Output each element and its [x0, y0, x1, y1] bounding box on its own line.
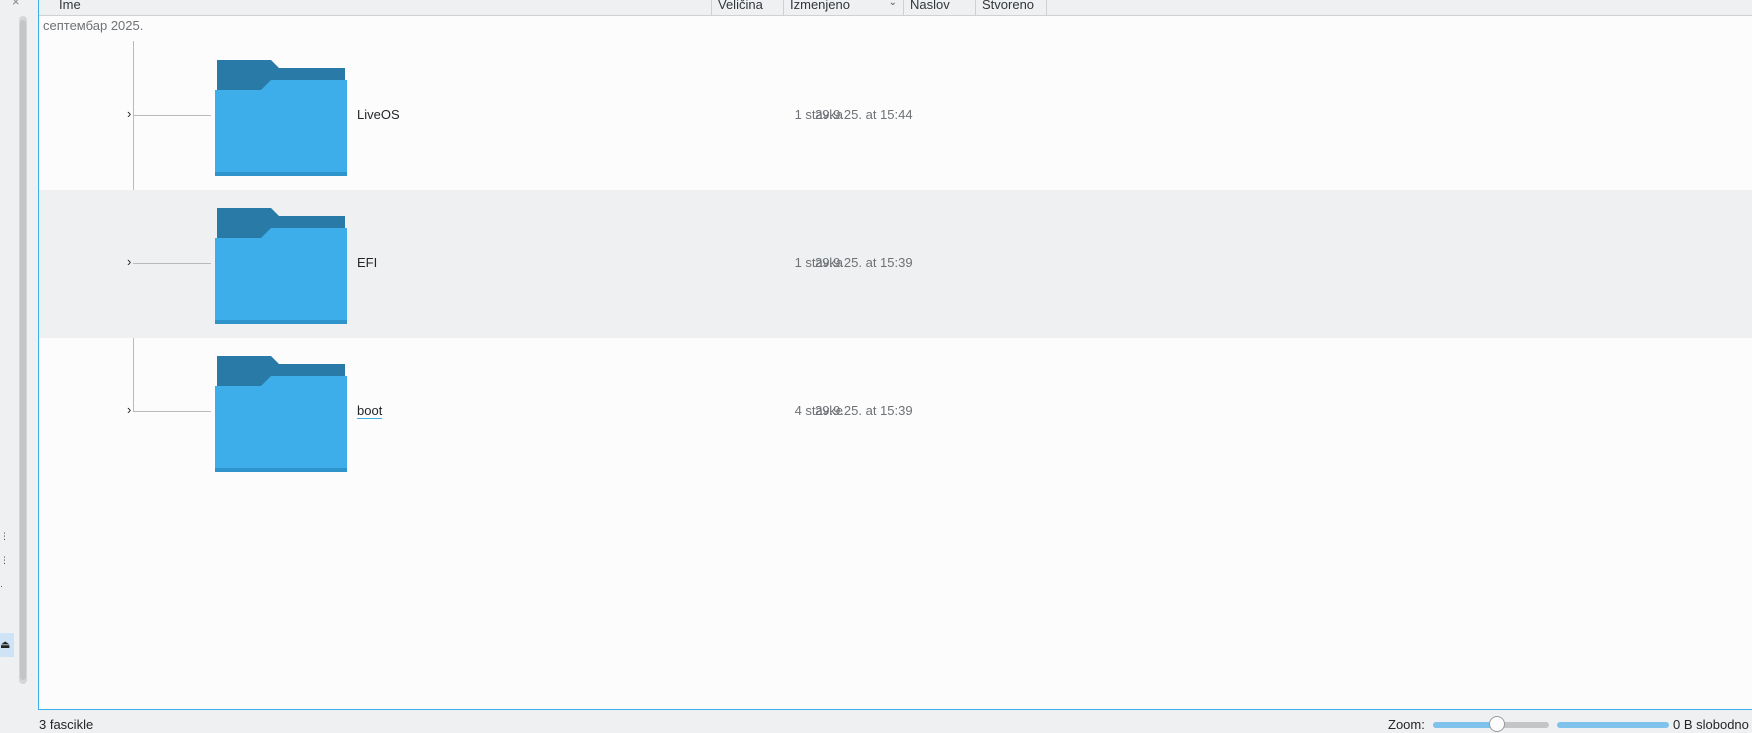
zoom-slider-handle[interactable]	[1488, 716, 1505, 732]
column-header-title[interactable]: Naslov	[903, 0, 975, 15]
chevron-down-icon: ⌄	[888, 0, 897, 8]
places-item-fragment-icon[interactable]: ⋮	[0, 556, 9, 565]
column-header-created[interactable]: Stvoreno	[975, 0, 1047, 15]
column-header-modified-label: Izmenjeno	[790, 0, 850, 12]
group-header-date: септембар 2025.	[43, 18, 144, 33]
zoom-slider[interactable]	[1433, 716, 1549, 732]
chevron-right-icon[interactable]: ›	[127, 254, 137, 270]
column-header-name[interactable]: Ime	[53, 0, 711, 15]
file-name[interactable]: boot	[357, 403, 383, 419]
chevron-right-icon[interactable]: ›	[127, 402, 137, 418]
places-item-fragment-icon[interactable]: ⋮	[0, 532, 9, 541]
free-space-bar-fill	[1557, 722, 1669, 728]
places-scrollbar-thumb[interactable]	[20, 20, 26, 680]
column-header-title-label: Naslov	[910, 0, 950, 12]
column-header-modified[interactable]: Izmenjeno ⌄	[783, 0, 903, 15]
places-panel-edge: × ⋮ ⋮ · ⏏	[0, 0, 33, 733]
file-modified: 29.9.25. at 15:39	[815, 403, 913, 418]
free-space-text: 0 B slobodno	[1673, 717, 1749, 732]
file-name[interactable]: LiveOS	[357, 107, 400, 122]
tree-branch-line	[133, 263, 211, 264]
folder-count: 3 fascikle	[39, 717, 94, 732]
places-item-fragment-icon[interactable]: ·	[0, 582, 3, 591]
table-row[interactable]: › boot 4 stavke 29.9.25. at 15:39	[39, 338, 1752, 486]
chevron-right-icon[interactable]: ›	[127, 106, 137, 122]
folder-icon	[215, 356, 347, 472]
close-icon[interactable]: ×	[12, 0, 20, 9]
places-scrollbar[interactable]	[19, 16, 27, 684]
folder-icon	[215, 208, 347, 324]
table-row[interactable]: › EFI 1 stavka 29.9.25. at 15:39	[39, 190, 1752, 338]
column-header: Ime Veličina Izmenjeno ⌄ Naslov Stvoreno	[39, 0, 1752, 16]
column-header-name-label: Ime	[59, 0, 81, 12]
folder-icon	[215, 60, 347, 176]
file-modified: 29.9.25. at 15:44	[815, 107, 913, 122]
column-header-created-label: Stvoreno	[982, 0, 1035, 12]
status-bar: 3 fascikle Zoom: 0 B slobodno	[0, 712, 1752, 733]
file-details-view[interactable]: Ime Veličina Izmenjeno ⌄ Naslov Stvoreno…	[38, 0, 1752, 710]
eject-icon[interactable]: ⏏	[0, 633, 14, 657]
table-row[interactable]: › LiveOS 1 stavka 29.9.25. at 15:44	[39, 42, 1752, 190]
column-header-size-label: Veličina	[718, 0, 763, 12]
zoom-label: Zoom:	[1388, 717, 1425, 732]
free-space-bar	[1557, 722, 1669, 728]
column-header-size[interactable]: Veličina	[711, 0, 783, 15]
file-modified: 29.9.25. at 15:39	[815, 255, 913, 270]
tree-branch-line	[133, 115, 211, 116]
zoom-slider-fill	[1433, 722, 1497, 728]
file-name[interactable]: EFI	[357, 255, 377, 270]
tree-branch-line	[133, 411, 211, 412]
